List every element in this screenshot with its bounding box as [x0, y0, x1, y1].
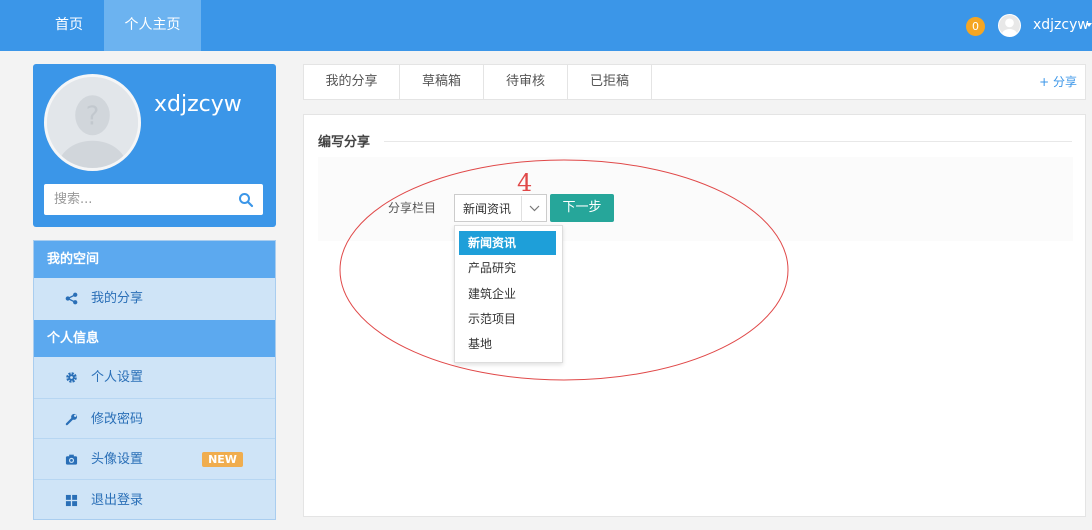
top-navbar: 首页 个人主页 0 xdjzcyw [0, 0, 1092, 51]
sidebar-item-label: 退出登录 [91, 493, 144, 508]
sidebar-item-label: 我的分享 [91, 291, 144, 306]
share-tabs: 我的分享 草稿箱 待审核 已拒稿 + 分享 [303, 64, 1086, 100]
share-icon [65, 292, 78, 305]
sidebar-item-label: 头像设置 [91, 452, 144, 467]
sidebar-item-avatar[interactable]: 头像设置 NEW [34, 438, 275, 479]
sidebar-item-label: 修改密码 [91, 412, 144, 427]
category-dropdown: 新闻资讯 产品研究 建筑企业 示范项目 基地 [454, 225, 563, 363]
sidebar-item-my-share[interactable]: 我的分享 [34, 278, 275, 319]
sidebar-menu: 我的空间 我的分享 个人信息 个人设置 修改密码 头像设置 NEW 退出登录 [33, 240, 276, 520]
user-avatar-small[interactable] [998, 14, 1021, 37]
camera-icon [65, 454, 78, 465]
tab-my-share[interactable]: 我的分享 [304, 65, 400, 99]
profile-card: ? xdjzcyw [33, 64, 276, 227]
annotation-number: 4 [517, 169, 533, 197]
user-silhouette-icon [1001, 18, 1018, 36]
profile-username: xdjzcyw [154, 92, 242, 117]
sidebar-item-settings[interactable]: 个人设置 [34, 357, 275, 398]
tab-pending[interactable]: 待审核 [484, 65, 568, 99]
caret-down-icon[interactable] [1086, 23, 1092, 27]
user-menu-name[interactable]: xdjzcyw [1033, 0, 1089, 51]
svg-text:?: ? [86, 101, 100, 131]
gear-icon [66, 372, 77, 383]
default-avatar-icon: ? [47, 77, 138, 168]
dropdown-option[interactable]: 基地 [459, 332, 556, 356]
sidebar-item-label: 个人设置 [91, 370, 144, 385]
dropdown-option[interactable]: 新闻资讯 [459, 231, 556, 255]
dropdown-option[interactable]: 产品研究 [459, 256, 556, 280]
nav-home-link[interactable]: 首页 [34, 0, 104, 51]
grid-icon [65, 494, 78, 507]
tab-drafts[interactable]: 草稿箱 [400, 65, 484, 99]
title-divider [384, 141, 1072, 142]
search-input[interactable] [44, 184, 230, 215]
notification-badge[interactable]: 0 [966, 17, 985, 36]
sidebar-item-password[interactable]: 修改密码 [34, 398, 275, 439]
select-toggle[interactable] [521, 196, 547, 222]
dropdown-option[interactable]: 示范项目 [459, 307, 556, 331]
wrench-icon [65, 413, 78, 426]
section-my-space: 我的空间 [34, 241, 275, 278]
panel-title: 编写分享 [318, 135, 371, 150]
dropdown-option[interactable]: 建筑企业 [459, 282, 556, 306]
new-badge: NEW [202, 452, 243, 467]
nav-profile-link[interactable]: 个人主页 [104, 0, 201, 51]
compose-panel: 编写分享 分享栏目 新闻资讯 下一步 新闻资讯 产品研究 建筑企业 示范项目 基… [303, 114, 1086, 517]
tab-rejected[interactable]: 已拒稿 [568, 65, 652, 99]
category-select[interactable]: 新闻资讯 [454, 194, 547, 222]
next-step-button[interactable]: 下一步 [550, 194, 614, 222]
sidebar-item-logout[interactable]: 退出登录 [34, 479, 275, 520]
chevron-down-icon [529, 205, 540, 212]
add-share-link[interactable]: + 分享 [1039, 65, 1077, 99]
profile-avatar[interactable]: ? [44, 74, 141, 171]
search-box [44, 184, 263, 215]
category-selected-value: 新闻资讯 [463, 202, 512, 216]
category-label: 分享栏目 [388, 201, 437, 215]
search-icon[interactable] [238, 192, 254, 208]
section-personal-info: 个人信息 [34, 320, 275, 357]
